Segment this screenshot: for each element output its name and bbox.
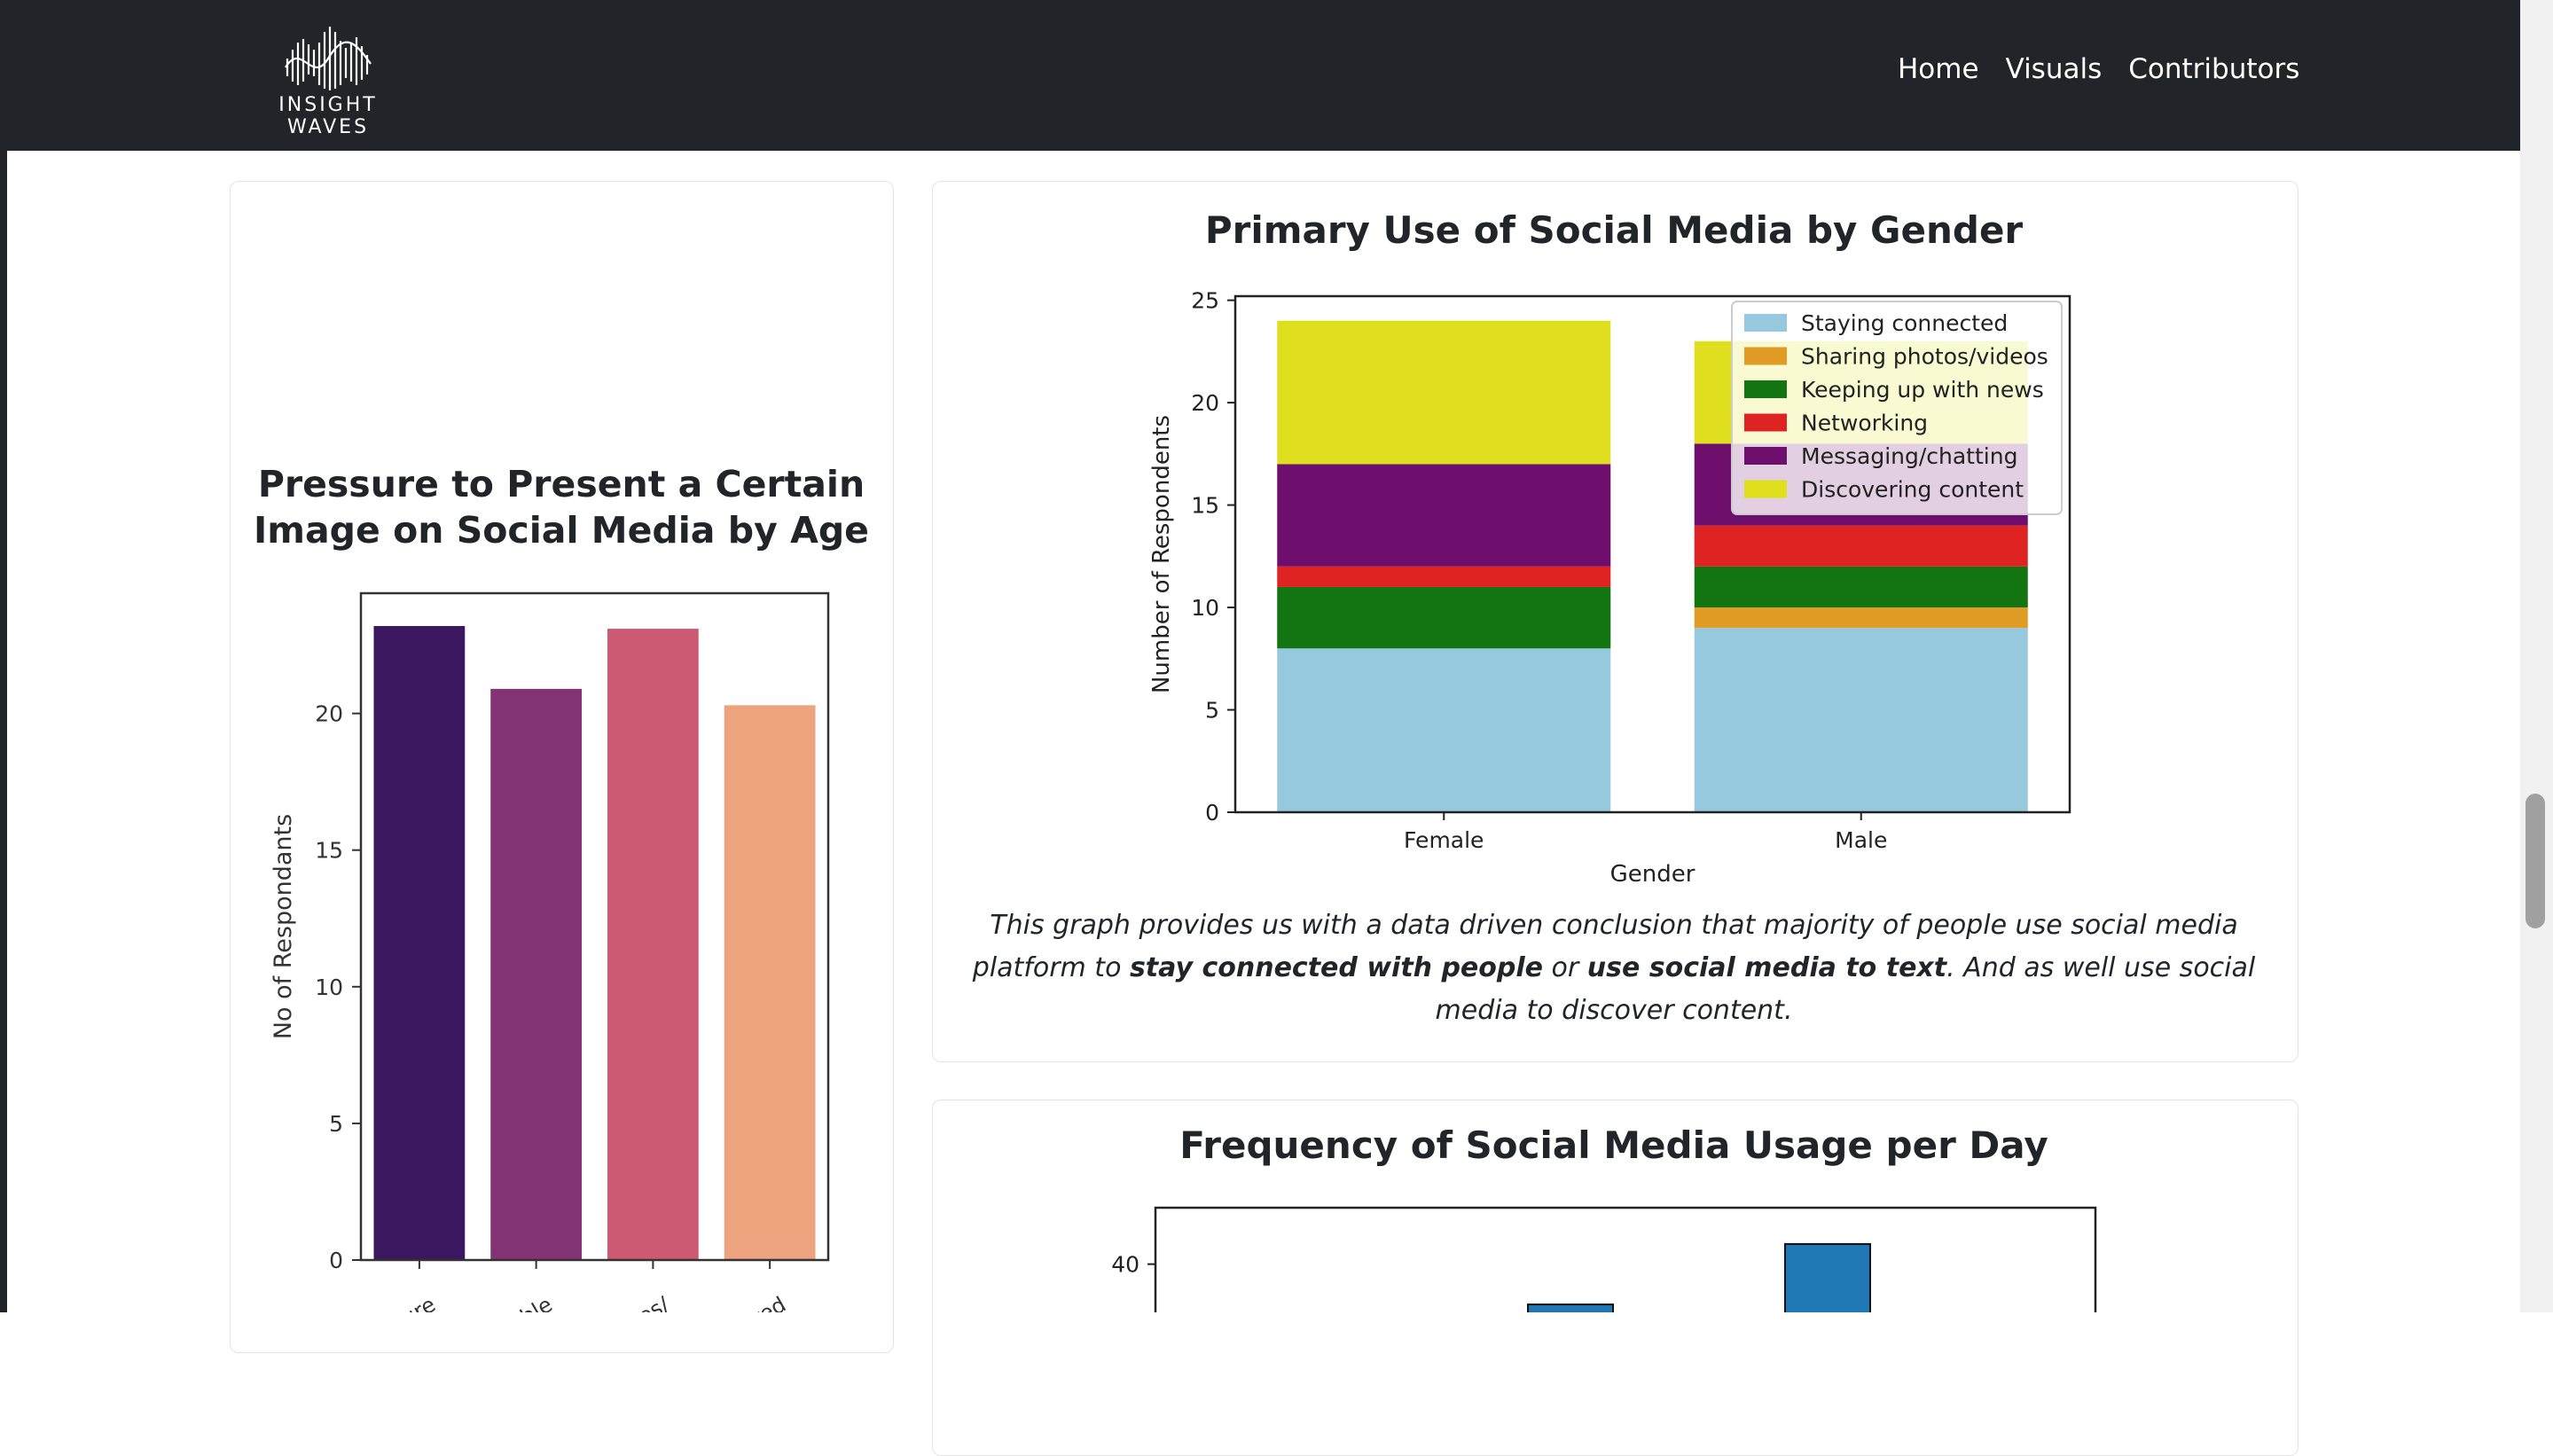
scrollbar-track[interactable] xyxy=(2520,0,2553,1312)
nav-link-home[interactable]: Home xyxy=(1898,53,1979,85)
window-edge xyxy=(0,0,7,1312)
bar-0 xyxy=(373,625,466,1260)
y-tick-label-40: 40 xyxy=(1111,1252,1139,1278)
legend-swatch-5 xyxy=(1744,480,1787,498)
bar-1 xyxy=(1784,1242,1871,1312)
main-nav: Home Visuals Contributors xyxy=(1898,53,2299,85)
chart-description: This graph provides us with a data drive… xyxy=(958,904,2270,1032)
y-tick-label-0: 0 xyxy=(1205,800,1219,826)
bar-0-4 xyxy=(1277,464,1611,567)
bar-2 xyxy=(607,629,699,1260)
x-tick-label-1: ble xyxy=(516,1292,557,1312)
x-axis-label: Gender xyxy=(1610,861,1695,888)
navbar: INSIGHT WAVES Home Visuals Contributors xyxy=(0,0,2553,151)
legend-swatch-0 xyxy=(1744,314,1787,332)
bar-0-5 xyxy=(1277,320,1611,465)
y-axis-label: Number of Respondents xyxy=(1148,415,1175,693)
y-tick-label-0: 0 xyxy=(329,1248,343,1273)
legend-label-1: Sharing photos/videos xyxy=(1801,344,2048,370)
wave-logo-icon xyxy=(285,27,372,90)
brand-name: INSIGHT WAVES xyxy=(278,94,378,138)
chart-pressure-by-age: Cure ble nes/ured 0 5 10 15 20 No of Respondants xyxy=(270,591,830,1312)
chart-title-primary-use: Primary Use of Social Media by Gender xyxy=(1204,208,2024,252)
description-text-2: or xyxy=(1543,952,1587,983)
y-tick-label-10: 10 xyxy=(315,975,343,1000)
legend-swatch-3 xyxy=(1744,413,1787,432)
legend-swatch-1 xyxy=(1744,347,1787,365)
y-tick-label-20: 20 xyxy=(315,701,343,727)
bar-0-0 xyxy=(1277,648,1611,812)
y-tick-label-5: 5 xyxy=(1205,698,1219,724)
chart-title-pressure: Pressure to Present a Certain Image on S… xyxy=(254,463,869,552)
y-tick-label-10: 10 xyxy=(1191,595,1219,621)
bar-0-3 xyxy=(1277,566,1611,587)
bar-1-2 xyxy=(1694,566,2028,608)
brand-logo[interactable]: INSIGHT WAVES xyxy=(239,20,417,138)
nav-link-contributors[interactable]: Contributors xyxy=(2128,53,2299,85)
bar-1-3 xyxy=(1694,525,2028,567)
bar-3 xyxy=(724,705,816,1260)
bar-1-1 xyxy=(1694,607,2028,629)
y-tick-label-15: 15 xyxy=(1191,493,1219,519)
legend-label-2: Keeping up with news xyxy=(1801,377,2044,403)
legend-label-3: Networking xyxy=(1801,411,1928,436)
x-tick-label-0: Female xyxy=(1404,827,1484,853)
legend-label-4: Messaging/chatting xyxy=(1801,443,2017,469)
x-tick-label-3: ured xyxy=(736,1292,790,1312)
chart-title-frequency: Frequency of Social Media Usage per Day xyxy=(1179,1123,2048,1167)
legend-swatch-4 xyxy=(1744,447,1787,465)
legend-swatch-2 xyxy=(1744,380,1787,398)
legend-label-5: Discovering content xyxy=(1801,477,2024,503)
legend-label-0: Staying connected xyxy=(1801,310,2008,336)
nav-link-visuals[interactable]: Visuals xyxy=(2006,53,2103,85)
y-axis-label: No of Respondants xyxy=(270,814,297,1039)
y-tick-label-25: 25 xyxy=(1191,288,1219,314)
bar-0 xyxy=(1527,1303,1614,1312)
chart-primary-use-by-gender: Female Male 0 5 10 15 20 25 Gender Number of Resp… xyxy=(1148,288,2071,888)
x-tick-label-2: nes/ xyxy=(623,1291,675,1312)
y-tick-label-15: 15 xyxy=(315,838,343,864)
x-tick-label-1: Male xyxy=(1835,827,1887,853)
scrollbar-thumb[interactable] xyxy=(2526,794,2545,928)
y-tick-label-20: 20 xyxy=(1191,390,1219,416)
description-bold-2: use social media to text xyxy=(1586,952,1947,983)
bar-0-2 xyxy=(1277,586,1611,649)
description-bold-1: stay connected with people xyxy=(1129,952,1543,983)
plot-frame xyxy=(1154,1206,2097,1312)
x-tick-label-0: Cure xyxy=(384,1292,440,1312)
bar-1-0 xyxy=(1694,628,2028,812)
y-tick-label-5: 5 xyxy=(329,1111,343,1137)
bar-1 xyxy=(490,688,583,1260)
chart-frequency-per-day: 3540 xyxy=(1111,1206,2097,1312)
